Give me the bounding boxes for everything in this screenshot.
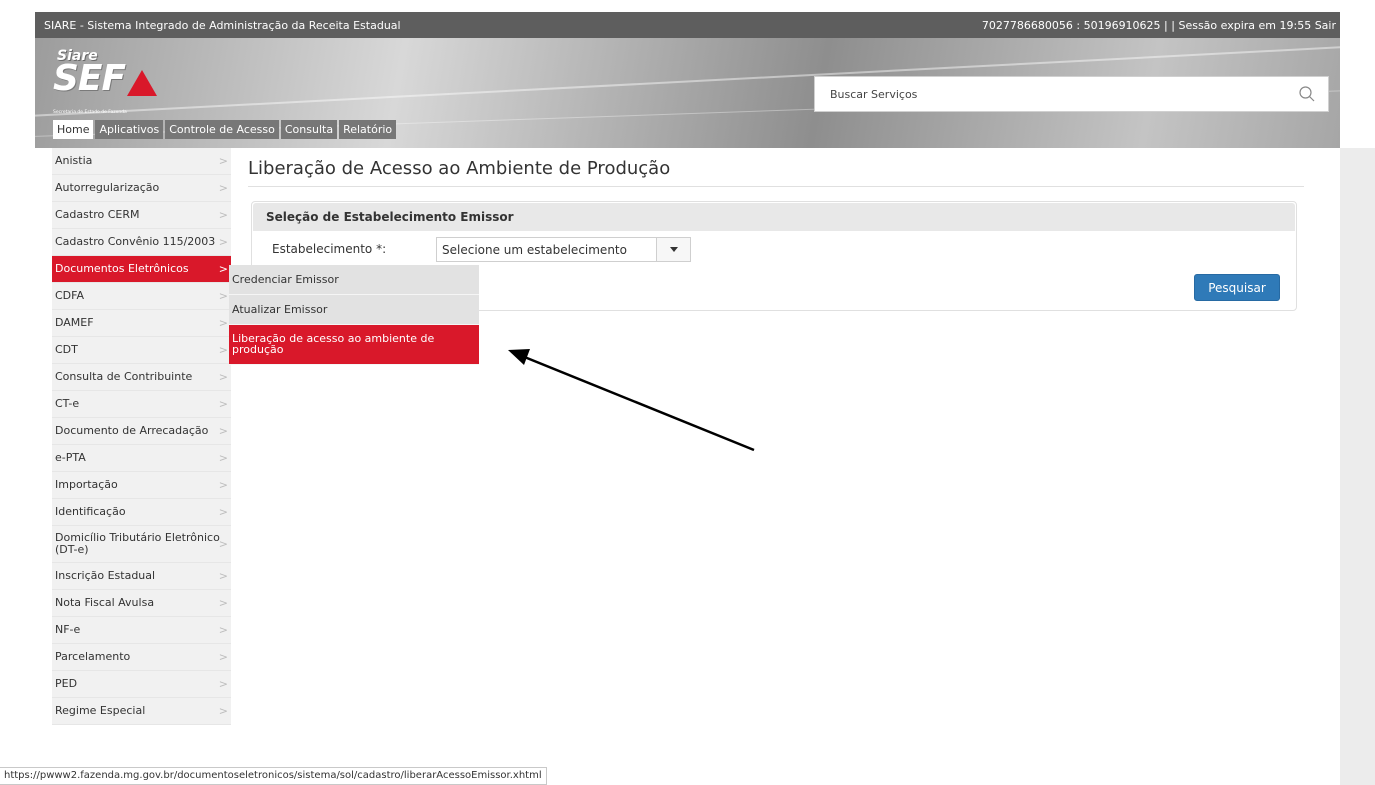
sidebar-item-cdfa[interactable]: CDFA > — [52, 283, 231, 310]
sidebar-item-documentos-eletronicos[interactable]: Documentos Eletrônicos > — [52, 256, 231, 283]
chevron-right-icon: > — [218, 650, 228, 664]
title-divider — [248, 186, 1304, 187]
chevron-right-icon: > — [218, 623, 228, 637]
sidebar-item-documento-arrecadacao[interactable]: Documento de Arrecadação > — [52, 418, 231, 445]
sidebar-item-identificacao[interactable]: Identificação > — [52, 499, 231, 526]
caret-down-icon — [670, 247, 678, 252]
sidebar-item-nf-e[interactable]: NF-e > — [52, 617, 231, 644]
search-icon[interactable] — [1298, 85, 1316, 103]
chevron-right-icon: > — [218, 451, 228, 465]
chevron-right-icon: > — [218, 316, 228, 330]
dropdown-button[interactable] — [656, 238, 690, 261]
sidebar-item-cadastro-cerm[interactable]: Cadastro CERM > — [52, 202, 231, 229]
estabelecimento-select[interactable]: Selecione um estabelecimento — [436, 237, 691, 262]
chevron-right-icon: > — [218, 569, 228, 583]
sidebar-item-regime-especial[interactable]: Regime Especial > — [52, 698, 231, 725]
tab-relatorio[interactable]: Relatório — [339, 120, 397, 139]
chevron-right-icon: > — [218, 505, 228, 519]
chevron-right-icon: > — [218, 424, 228, 438]
sidebar-item-nota-fiscal-avulsa[interactable]: Nota Fiscal Avulsa > — [52, 590, 231, 617]
sidebar-item-inscricao-estadual[interactable]: Inscrição Estadual > — [52, 563, 231, 590]
page-right-margin — [1340, 148, 1375, 785]
sidebar-item-autorregularizacao[interactable]: Autorregularização > — [52, 175, 231, 202]
sidebar-item-ped[interactable]: PED > — [52, 671, 231, 698]
chevron-right-icon: > — [218, 208, 228, 222]
sidebar-item-dt-e[interactable]: Domicílio Tributário Eletrônico (DT-e) > — [52, 526, 231, 563]
chevron-right-icon: > — [218, 596, 228, 610]
panel-header: Seleção de Estabelecimento Emissor — [253, 203, 1295, 231]
chevron-right-icon: > — [218, 704, 228, 718]
sidebar-item-importacao[interactable]: Importação > — [52, 472, 231, 499]
top-bar: SIARE - Sistema Integrado de Administraç… — [35, 12, 1340, 38]
chevron-right-icon: > — [218, 343, 228, 357]
sidebar-item-consulta-contribuinte[interactable]: Consulta de Contribuinte > — [52, 364, 231, 391]
chevron-right-icon: > — [218, 154, 228, 168]
sidebar-item-e-pta[interactable]: e-PTA > — [52, 445, 231, 472]
page-left-margin — [0, 148, 35, 785]
tab-home[interactable]: Home — [53, 120, 94, 139]
estabelecimento-label: Estabelecimento *: — [272, 242, 387, 256]
chevron-right-icon: > — [218, 397, 228, 411]
app-title: SIARE - Sistema Integrado de Administraç… — [44, 19, 401, 32]
tab-consulta[interactable]: Consulta — [280, 120, 338, 139]
chevron-right-icon: > — [218, 537, 228, 551]
submenu-documentos-eletronicos: Credenciar Emissor Atualizar Emissor Lib… — [229, 265, 479, 365]
sidebar-item-damef[interactable]: DAMEF > — [52, 310, 231, 337]
submenu-item-liberacao-acesso[interactable]: Liberação de acesso ao ambiente de produ… — [229, 325, 479, 365]
header-banner: Siare SEF Secretaria de Estado de Fazend… — [35, 38, 1340, 148]
sidebar-menu: Anistia > Autorregularização > Cadastro CE… — [52, 148, 231, 725]
search-input[interactable] — [815, 77, 1285, 111]
chevron-right-icon: > — [218, 235, 228, 249]
sidebar-item-cdt[interactable]: CDT > — [52, 337, 231, 364]
sidebar-item-ct-e[interactable]: CT-e > — [52, 391, 231, 418]
session-info[interactable]: 7027786680056 : 50196910625 | | Sessão e… — [982, 19, 1336, 32]
status-bar-url: https://pwww2.fazenda.mg.gov.br/document… — [0, 767, 547, 785]
logo-triangle-icon — [127, 70, 157, 96]
submenu-item-atualizar-emissor[interactable]: Atualizar Emissor — [229, 295, 479, 325]
page-title: Liberação de Acesso ao Ambiente de Produ… — [248, 158, 671, 179]
chevron-right-icon: > — [218, 478, 228, 492]
chevron-right-icon: > — [218, 677, 228, 691]
chevron-right-icon: > — [218, 181, 228, 195]
select-value: Selecione um estabelecimento — [442, 243, 627, 257]
siare-sef-logo[interactable]: Siare SEF Secretaria de Estado de Fazend… — [53, 48, 173, 120]
sidebar-item-parcelamento[interactable]: Parcelamento > — [52, 644, 231, 671]
logo-subtitle: Secretaria de Estado de Fazenda — [53, 110, 127, 115]
submenu-item-credenciar-emissor[interactable]: Credenciar Emissor — [229, 265, 479, 295]
chevron-right-icon: > — [218, 262, 228, 276]
logo-sef-text: SEF — [53, 58, 126, 99]
search-box[interactable] — [814, 76, 1329, 112]
sidebar-item-anistia[interactable]: Anistia > — [52, 148, 231, 175]
tab-controle-de-acesso[interactable]: Controle de Acesso — [165, 120, 279, 139]
panel-title: Seleção de Estabelecimento Emissor — [266, 210, 514, 224]
chevron-right-icon: > — [218, 370, 228, 384]
main-nav-tabs: Home Aplicativos Controle de Acesso Cons… — [53, 120, 397, 139]
pesquisar-button[interactable]: Pesquisar — [1194, 274, 1280, 301]
sidebar-item-cadastro-convenio[interactable]: Cadastro Convênio 115/2003 > — [52, 229, 231, 256]
chevron-right-icon: > — [218, 289, 228, 303]
tab-aplicativos[interactable]: Aplicativos — [95, 120, 164, 139]
